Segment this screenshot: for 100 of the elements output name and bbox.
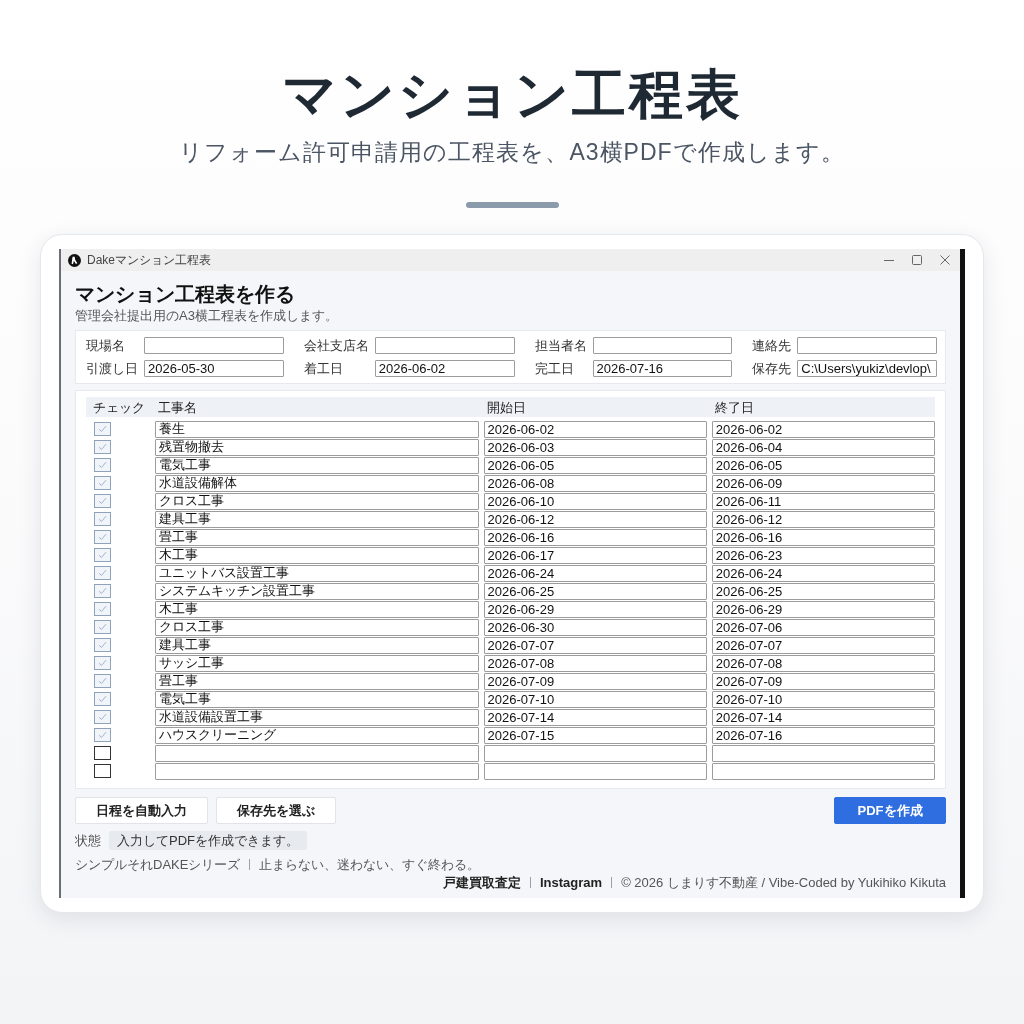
checkbox[interactable] (94, 620, 111, 634)
start-date-field[interactable]: 2026-06-29 (483, 600, 707, 618)
start-date-field[interactable]: 2026-06-25 (483, 582, 707, 600)
task-name-field[interactable]: 残置物撤去 (155, 438, 479, 456)
input-field[interactable] (144, 337, 284, 354)
checkbox[interactable] (94, 458, 111, 472)
input-field[interactable] (797, 337, 937, 354)
end-date-field[interactable]: 2026-07-14 (711, 708, 935, 726)
checkbox[interactable] (94, 728, 111, 742)
start-date-field[interactable]: 2026-06-08 (483, 474, 707, 492)
action-button[interactable]: 保存先を選ぶ (216, 797, 336, 824)
task-name-field[interactable]: ハウスクリーニング (155, 726, 479, 744)
input-field[interactable] (374, 337, 515, 354)
checkbox[interactable] (94, 602, 111, 616)
minimize-icon[interactable] (884, 259, 894, 261)
start-date-field[interactable] (483, 762, 707, 780)
task-name-field[interactable]: 建具工事 (155, 510, 479, 528)
field-label: 現場名 (86, 338, 126, 353)
end-date-field[interactable]: 2026-06-24 (711, 564, 935, 582)
checkbox[interactable] (94, 440, 111, 454)
footer-link[interactable]: 戸建買取査定 (443, 875, 521, 890)
checkbox[interactable] (94, 512, 111, 526)
start-date-field[interactable]: 2026-06-10 (483, 492, 707, 510)
task-name-field[interactable]: 水道設備解体 (155, 474, 479, 492)
start-date-field[interactable]: 2026-07-07 (483, 636, 707, 654)
start-date-field[interactable]: 2026-07-14 (483, 708, 707, 726)
task-name-field[interactable]: 木工事 (155, 600, 479, 618)
checkbox[interactable] (94, 764, 111, 778)
end-date-field[interactable]: 2026-06-11 (711, 492, 935, 510)
end-date-field[interactable]: 2026-06-12 (711, 510, 935, 528)
end-date-field[interactable] (711, 762, 935, 780)
input-field[interactable]: 2026-07-16 (592, 360, 733, 377)
checkbox[interactable] (94, 710, 111, 724)
task-name-field[interactable]: 畳工事 (155, 672, 479, 690)
task-name-field[interactable]: ユニットバス設置工事 (155, 564, 479, 582)
checkbox[interactable] (94, 692, 111, 706)
end-date-field[interactable] (711, 744, 935, 762)
end-date-field[interactable]: 2026-07-10 (711, 690, 935, 708)
footer-link[interactable]: Instagram (540, 875, 603, 890)
start-date-field[interactable]: 2026-07-08 (483, 654, 707, 672)
start-date-field[interactable]: 2026-07-10 (483, 690, 707, 708)
task-name-field[interactable] (155, 762, 479, 780)
checkbox[interactable] (94, 548, 111, 562)
end-date-field[interactable]: 2026-06-29 (711, 600, 935, 618)
window-title: Dakeマンション工程表 (87, 253, 211, 267)
start-date-field[interactable]: 2026-06-12 (483, 510, 707, 528)
end-date-field[interactable]: 2026-06-23 (711, 546, 935, 564)
action-button[interactable]: 日程を自動入力 (75, 797, 208, 824)
task-name-field[interactable]: 水道設備設置工事 (155, 708, 479, 726)
input-field[interactable]: C:\Users\yukiz\devlop\ (797, 360, 937, 377)
input-field[interactable] (592, 337, 733, 354)
field-label: 引渡し日 (86, 361, 138, 376)
end-date-field[interactable]: 2026-06-16 (711, 528, 935, 546)
start-date-field[interactable]: 2026-06-03 (483, 438, 707, 456)
start-date-field[interactable]: 2026-06-24 (483, 564, 707, 582)
input-field[interactable]: 2026-05-30 (144, 360, 284, 377)
start-date-field[interactable]: 2026-06-05 (483, 456, 707, 474)
field-label: 保存先 (752, 361, 792, 376)
task-name-field[interactable] (155, 744, 479, 762)
task-name-field[interactable]: クロス工事 (155, 618, 479, 636)
task-name-field[interactable]: 電気工事 (155, 690, 479, 708)
checkbox[interactable] (94, 746, 111, 760)
checkbox[interactable] (94, 530, 111, 544)
start-date-field[interactable] (483, 744, 707, 762)
end-date-field[interactable]: 2026-07-16 (711, 726, 935, 744)
end-date-field[interactable]: 2026-07-08 (711, 654, 935, 672)
checkbox[interactable] (94, 494, 111, 508)
end-date-field[interactable]: 2026-07-06 (711, 618, 935, 636)
task-name-field[interactable]: クロス工事 (155, 492, 479, 510)
checkbox[interactable] (94, 638, 111, 652)
task-name-field[interactable]: 電気工事 (155, 456, 479, 474)
start-date-field[interactable]: 2026-06-16 (483, 528, 707, 546)
checkbox[interactable] (94, 476, 111, 490)
end-date-field[interactable]: 2026-06-04 (711, 438, 935, 456)
task-name-field[interactable]: 建具工事 (155, 636, 479, 654)
start-date-field[interactable]: 2026-06-17 (483, 546, 707, 564)
start-date-field[interactable]: 2026-07-15 (483, 726, 707, 744)
task-name-field[interactable]: サッシ工事 (155, 654, 479, 672)
task-name-field[interactable]: 養生 (155, 420, 479, 438)
checkbox[interactable] (94, 674, 111, 688)
checkbox[interactable] (94, 422, 111, 436)
start-date-field[interactable]: 2026-06-30 (483, 618, 707, 636)
end-date-field[interactable]: 2026-07-09 (711, 672, 935, 690)
end-date-field[interactable]: 2026-06-25 (711, 582, 935, 600)
checkbox[interactable] (94, 566, 111, 580)
input-field[interactable]: 2026-06-02 (374, 360, 515, 377)
checkbox[interactable] (94, 656, 111, 670)
task-name-field[interactable]: 畳工事 (155, 528, 479, 546)
close-icon[interactable] (940, 255, 950, 265)
checkbox[interactable] (94, 584, 111, 598)
maximize-icon[interactable] (912, 255, 922, 265)
end-date-field[interactable]: 2026-06-09 (711, 474, 935, 492)
end-date-field[interactable]: 2026-06-02 (711, 420, 935, 438)
task-name-field[interactable]: システムキッチン設置工事 (155, 582, 479, 600)
end-date-field[interactable]: 2026-06-05 (711, 456, 935, 474)
task-name-field[interactable]: 木工事 (155, 546, 479, 564)
start-date-field[interactable]: 2026-07-09 (483, 672, 707, 690)
start-date-field[interactable]: 2026-06-02 (483, 420, 707, 438)
end-date-field[interactable]: 2026-07-07 (711, 636, 935, 654)
create-pdf-button[interactable]: PDFを作成 (834, 797, 946, 824)
